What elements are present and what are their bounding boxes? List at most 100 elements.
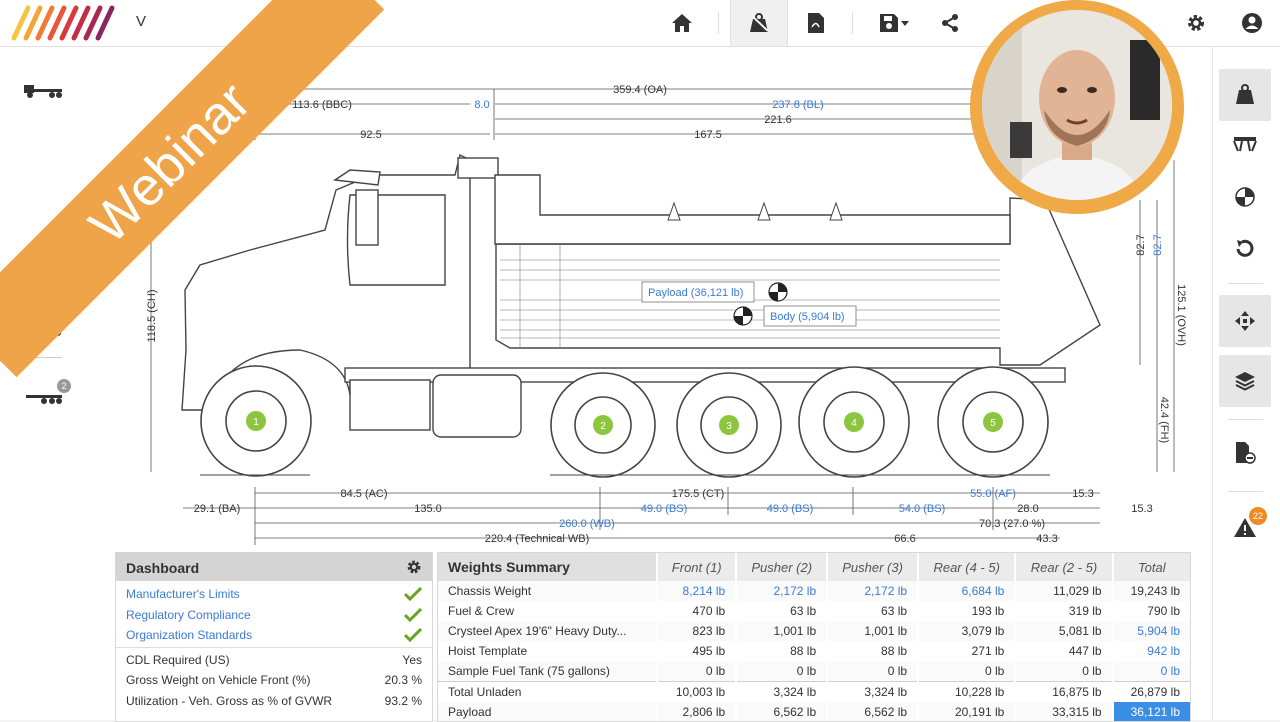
dim-82a: 82.7 — [1135, 234, 1147, 255]
dim-bs-3: 54.0 (BS) — [899, 503, 945, 515]
weight-cell: 3,324 lb — [826, 681, 919, 702]
weight-cell: 193 lb — [917, 601, 1016, 621]
utilization-value: 93.2 % — [384, 694, 422, 708]
center-of-gravity-button[interactable] — [1219, 171, 1271, 223]
weight-cell[interactable]: 6,684 lb — [917, 581, 1016, 601]
dim-bs-2: 49.0 (BS) — [767, 503, 813, 515]
warnings-count-badge: 22 — [1249, 507, 1267, 525]
weight-cell[interactable]: 2,172 lb — [735, 581, 828, 601]
row-label: Fuel & Crew — [448, 604, 515, 618]
scale-weight-icon — [1236, 84, 1254, 104]
weight-cell[interactable]: 0 lb — [1111, 661, 1190, 682]
payload-label: Payload (36,121 lb) — [648, 287, 743, 299]
bridge-formula-button[interactable] — [1219, 117, 1271, 169]
weight-cell: 63 lb — [735, 601, 828, 621]
weight-cell: 0 lb — [656, 661, 737, 682]
weight-cell: 16,875 lb — [1014, 681, 1113, 702]
weight-cell: 88 lb — [735, 641, 828, 661]
table-row-total-unladen: Total Unladen 10,003 lb 3,324 lb 3,324 l… — [438, 681, 1190, 702]
dashboard-settings-gear-icon[interactable] — [406, 559, 422, 575]
toolbar-divider — [852, 12, 853, 34]
checkmark-icon — [404, 587, 422, 601]
axle-number-4: 4 — [851, 418, 857, 429]
dim-15a: 15.3 — [1072, 488, 1093, 500]
tool-divider — [1227, 419, 1263, 420]
manufacturers-limits-link[interactable]: Manufacturer's Limits — [126, 587, 240, 601]
turning-circle-button[interactable] — [1219, 223, 1271, 275]
weights-header-row: Weights Summary Front (1) Pusher (2) Pus… — [438, 553, 1190, 581]
weight-cell[interactable]: 8,214 lb — [656, 581, 737, 601]
turning-circle-icon — [1236, 239, 1254, 257]
table-row-payload: Payload 2,806 lb 6,562 lb 6,562 lb 20,19… — [438, 702, 1190, 721]
utilization-label: Utilization - Veh. Gross as % of GVWR — [126, 694, 333, 708]
weight-cell: 0 lb — [826, 661, 919, 682]
weight-cell[interactable]: 2,172 lb — [826, 581, 919, 601]
user-avatar-icon — [1242, 13, 1262, 33]
dim-ba: 29.1 (BA) — [194, 503, 240, 515]
weight-cell[interactable]: 5,904 lb — [1111, 621, 1190, 641]
cdl-required-row: CDL Required (US) Yes — [126, 650, 422, 670]
truck-unit-icon[interactable] — [22, 79, 64, 99]
weight-cell: 2,806 lb — [656, 702, 737, 721]
scale-weight-icon — [750, 13, 769, 32]
dim-bbc: 113.6 (BBC) — [292, 99, 352, 111]
user-account-button[interactable] — [1226, 0, 1278, 46]
warnings-button[interactable]: 22 — [1219, 501, 1271, 553]
dim-overall-height: 125.1 (OVH) — [1175, 284, 1187, 346]
axle-number-3: 3 — [726, 421, 732, 432]
dim-frame-height: 42.4 (FH) — [1158, 397, 1170, 443]
checkmark-icon — [404, 628, 422, 642]
regulatory-compliance-link[interactable]: Regulatory Compliance — [126, 608, 251, 622]
move-components-button[interactable] — [1219, 295, 1271, 347]
dashboard-panel: Dashboard Manufacturer's Limits Regulato… — [115, 552, 433, 722]
weights-summary-title: Weights Summary — [438, 553, 658, 581]
dim-167: 167.5 — [694, 129, 722, 141]
tool-divider — [1227, 283, 1263, 284]
weight-cell: 6,562 lb — [735, 702, 828, 721]
weight-cell: 6,562 lb — [826, 702, 919, 721]
table-row: Fuel & Crew 470 lb 63 lb 63 lb 193 lb 31… — [438, 601, 1190, 621]
column-header: Rear (2 - 5) — [1014, 553, 1113, 581]
utilization-row: Utilization - Veh. Gross as % of GVWR 93… — [126, 691, 422, 711]
cdl-required-value: Yes — [402, 653, 422, 667]
weight-cell: 3,324 lb — [735, 681, 828, 702]
remove-component-button[interactable] — [1219, 427, 1271, 479]
table-row: Hoist Template 495 lb 88 lb 88 lb 271 lb… — [438, 641, 1190, 661]
file-remove-icon — [1236, 442, 1256, 464]
home-button[interactable] — [656, 0, 708, 46]
dim-technical-wb: 220.4 (Technical WB) — [485, 533, 590, 545]
weight-cell: 495 lb — [656, 641, 737, 661]
table-row: Sample Fuel Tank (75 gallons) 0 lb 0 lb … — [438, 661, 1190, 682]
weight-cell: 88 lb — [826, 641, 919, 661]
weight-cell[interactable]: 942 lb — [1111, 641, 1190, 661]
share-button[interactable] — [924, 0, 976, 46]
weights-view-button[interactable] — [1219, 69, 1271, 121]
weight-cell: 470 lb — [656, 601, 737, 621]
home-icon — [672, 14, 692, 32]
manufacturers-limits-row[interactable]: Manufacturer's Limits — [126, 584, 422, 604]
pdf-file-icon — [808, 13, 824, 33]
settings-button[interactable] — [1170, 0, 1222, 46]
trailer-unit-number: 2 — [57, 379, 71, 393]
right-tool-bar: 22 — [1212, 47, 1280, 720]
weight-analysis-button[interactable] — [730, 0, 788, 46]
dashboard-divider — [116, 647, 432, 648]
dim-43: 43.3 — [1036, 533, 1057, 545]
presenter-webcam — [970, 0, 1184, 214]
gear-icon — [1188, 15, 1204, 31]
weight-cell: 447 lb — [1014, 641, 1113, 661]
layers-button[interactable] — [1219, 355, 1271, 407]
bridge-icon — [1233, 137, 1257, 152]
layers-icon — [1235, 372, 1255, 391]
row-label: Total Unladen — [438, 681, 658, 702]
save-menu-button[interactable] — [866, 0, 922, 46]
organization-standards-link[interactable]: Organization Standards — [126, 628, 252, 642]
column-header: Front (1) — [656, 553, 737, 581]
organization-standards-row[interactable]: Organization Standards — [126, 625, 422, 645]
weight-cell: 5,081 lb — [1014, 621, 1113, 641]
cdl-required-label: CDL Required (US) — [126, 653, 230, 667]
pdf-export-button[interactable] — [790, 0, 842, 46]
regulatory-compliance-row[interactable]: Regulatory Compliance — [126, 605, 422, 625]
share-icon — [942, 14, 958, 32]
payload-total-cell[interactable]: 36,121 lb — [1111, 702, 1190, 721]
